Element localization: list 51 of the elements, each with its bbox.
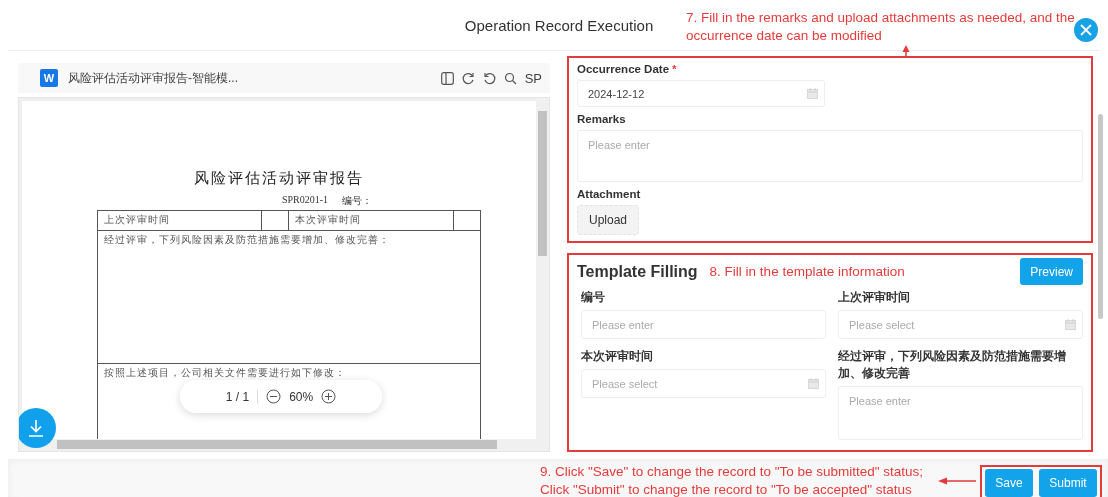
zoom-level: 60% xyxy=(289,389,314,404)
table-cell: 上次评审时间 xyxy=(97,210,262,231)
date-field[interactable]: Please select xyxy=(581,369,826,398)
vertical-scrollbar[interactable] xyxy=(1098,114,1103,319)
page-indicator: 1 / 1 xyxy=(225,389,250,404)
search-icon[interactable] xyxy=(503,71,517,85)
footer-button[interactable]: Submit xyxy=(1039,469,1097,497)
annotation-arrow xyxy=(938,477,976,485)
file-name: 风险评估活动评审报告-智能模... xyxy=(68,69,239,87)
field-label: 上次评审时间 xyxy=(838,290,911,305)
date-field[interactable]: Please select xyxy=(838,310,1083,339)
rotate-clockwise-icon[interactable] xyxy=(461,71,475,85)
table-cell: 本次评审时间 xyxy=(289,210,454,231)
required-mark: * xyxy=(672,63,677,75)
text-area[interactable]: Please enter xyxy=(838,386,1083,440)
section-title: Template Filling xyxy=(577,262,698,281)
download-button[interactable] xyxy=(19,408,56,448)
table-cell: 经过评审，下列风险因素及防范措施需要增加、修改完善： xyxy=(97,230,481,364)
footer-button[interactable]: Save xyxy=(985,469,1033,497)
annotation-text: 7. Fill in the remarks and upload attachments as needed, and the occurrence date can be modified xyxy=(686,9,1075,45)
calendar-icon xyxy=(807,88,818,99)
annotation-text: 8. Fill in the template information xyxy=(709,264,906,279)
document-title: 风险评估活动评审报告 xyxy=(193,169,365,188)
zoom-in-icon xyxy=(321,389,337,404)
preview-button[interactable]: Preview xyxy=(1020,258,1083,285)
sidebar-toggle-icon[interactable] xyxy=(440,71,454,85)
rotate-counterclockwise-icon[interactable] xyxy=(482,71,496,85)
calendar-icon xyxy=(1065,319,1076,330)
input-field[interactable]: Please enter xyxy=(581,310,826,339)
date-field[interactable]: 2024-12-12 xyxy=(577,80,825,107)
zoom-in-button[interactable] xyxy=(321,389,337,404)
field-label: Occurrence Date * xyxy=(577,63,678,75)
text-area[interactable]: Please enter xyxy=(577,130,1083,182)
field-label: Remarks xyxy=(577,113,627,125)
field-label: 经过评审，下列风险因素及防范措施需要增加、修改完善 xyxy=(838,348,1067,381)
field-label: Attachment xyxy=(577,188,642,200)
dialog-title: Operation Record Execution xyxy=(464,16,654,34)
file-icon: W xyxy=(40,69,58,87)
zoom-out-icon xyxy=(266,389,282,404)
annotation-text: 9. Click "Save" to change the record to "To be submitted" status; Click "Submit" to change the record to "To be accepted" status xyxy=(540,463,924,497)
download-icon xyxy=(28,419,44,437)
field-label: 本次评审时间 xyxy=(581,349,654,364)
calendar-icon xyxy=(808,378,819,389)
toolbar-label[interactable]: SP xyxy=(524,70,542,86)
upload-button[interactable]: Upload xyxy=(577,205,639,235)
number-label: 编号： xyxy=(342,194,373,208)
zoom-out-button[interactable] xyxy=(266,389,282,404)
close-button[interactable] xyxy=(1074,18,1098,42)
document-code: SPR0201-1 xyxy=(282,194,329,207)
close-icon xyxy=(1080,24,1092,36)
field-label: 编号 xyxy=(581,290,606,305)
